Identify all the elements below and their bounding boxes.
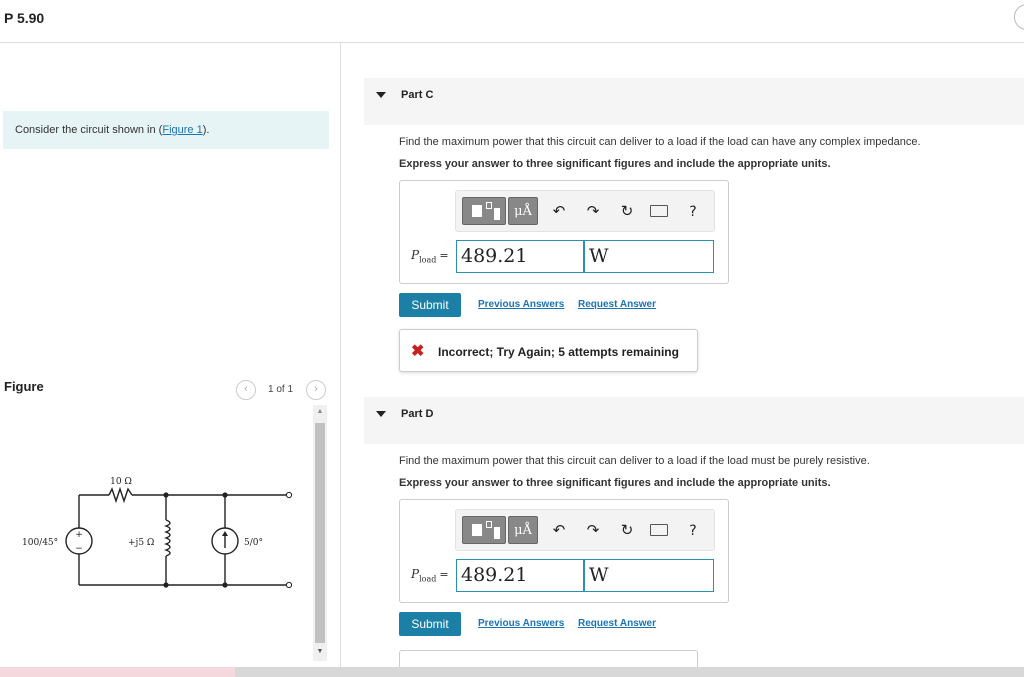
top-bar: P 5.90	[0, 0, 1024, 43]
templates-button[interactable]	[462, 197, 506, 225]
top-right-circle-button[interactable]	[1014, 4, 1024, 30]
problem-title: P 5.90	[4, 10, 45, 26]
part-c-request-answer-link[interactable]: Request Answer	[578, 299, 656, 310]
source-voltage-label: 100/45°	[22, 538, 58, 548]
help-button[interactable]: ?	[682, 201, 704, 223]
bottom-bar-highlight	[0, 667, 235, 677]
redo-icon[interactable]: ↷	[582, 201, 604, 223]
keyboard-icon[interactable]	[650, 524, 668, 536]
undo-icon[interactable]: ↶	[548, 520, 570, 542]
part-c-title: Part C	[401, 89, 434, 101]
help-button[interactable]: ?	[682, 520, 704, 542]
scroll-down-arrow-icon[interactable]: ▼	[313, 647, 327, 657]
part-c-previous-answers-link[interactable]: Previous Answers	[478, 299, 564, 310]
resistor-label: 10 Ω	[110, 477, 132, 487]
intro-box: Consider the circuit shown in (Figure 1)…	[3, 111, 329, 149]
undo-icon[interactable]: ↶	[548, 201, 570, 223]
part-c-submit-button[interactable]: Submit	[399, 293, 461, 317]
unit-input[interactable]: W	[584, 559, 714, 592]
redo-icon[interactable]: ↷	[582, 520, 604, 542]
circuit-diagram: + − 10 Ω 100/45° +j5 Ω 5/0°	[22, 477, 293, 589]
part-c-header[interactable]: Part C	[364, 78, 1024, 125]
part-d-instruction: Express your answer to three significant…	[399, 477, 831, 489]
collapse-caret-icon[interactable]	[376, 92, 386, 98]
units-button[interactable]: μÅ	[508, 516, 538, 544]
svg-text:+: +	[75, 530, 83, 540]
part-d-question: Find the maximum power that this circuit…	[399, 455, 870, 467]
p-load-label: Pload =	[411, 567, 449, 584]
scroll-up-arrow-icon[interactable]: ▲	[313, 407, 327, 417]
value-input[interactable]: 489.21	[456, 559, 584, 592]
figure-label: Figure	[4, 379, 44, 394]
figure-page-indicator: 1 of 1	[268, 384, 294, 395]
feedback-text: Incorrect; Try Again; 5 attempts remaini…	[438, 345, 679, 359]
part-d-header[interactable]: Part D	[364, 397, 1024, 444]
part-c-instruction: Express your answer to three significant…	[399, 158, 831, 170]
part-c-feedback: ✖ Incorrect; Try Again; 5 attempts remai…	[399, 329, 698, 372]
incorrect-icon: ✖	[411, 343, 425, 360]
p-load-label: Pload =	[411, 248, 449, 265]
templates-button[interactable]	[462, 516, 506, 544]
figure-next-button[interactable]: ›	[306, 380, 326, 400]
part-c-question: Find the maximum power that this circuit…	[399, 136, 921, 148]
part-d-request-answer-link[interactable]: Request Answer	[578, 618, 656, 629]
keyboard-icon[interactable]	[650, 205, 668, 217]
part-c-answer-box: μÅ ↶ ↷ ↻ ? Pload = 489.21 W	[399, 180, 729, 284]
part-d-submit-button[interactable]: Submit	[399, 612, 461, 636]
svg-text:−: −	[75, 544, 83, 554]
intro-text: Consider the circuit shown in (Figure 1)…	[15, 124, 210, 136]
math-toolbar: μÅ ↶ ↷ ↻ ?	[455, 190, 715, 232]
units-button[interactable]: μÅ	[508, 197, 538, 225]
reset-icon[interactable]: ↻	[616, 520, 638, 542]
reset-icon[interactable]: ↻	[616, 201, 638, 223]
math-toolbar: μÅ ↶ ↷ ↻ ?	[455, 509, 715, 551]
pane-divider	[340, 43, 341, 667]
part-d-previous-answers-link[interactable]: Previous Answers	[478, 618, 564, 629]
part-d-title: Part D	[401, 408, 434, 420]
figure-link[interactable]: Figure 1	[162, 124, 202, 136]
figure-scrollbar[interactable]: ▲ ▼	[313, 405, 327, 661]
value-input[interactable]: 489.21	[456, 240, 584, 273]
inductor-label: +j5 Ω	[128, 538, 154, 548]
collapse-caret-icon[interactable]	[376, 411, 386, 417]
figure-prev-button[interactable]: ‹	[236, 380, 256, 400]
scroll-thumb[interactable]	[315, 423, 325, 643]
unit-input[interactable]: W	[584, 240, 714, 273]
current-source-label: 5/0°	[244, 538, 263, 548]
part-d-answer-box: μÅ ↶ ↷ ↻ ? Pload = 489.21 W	[399, 499, 729, 603]
